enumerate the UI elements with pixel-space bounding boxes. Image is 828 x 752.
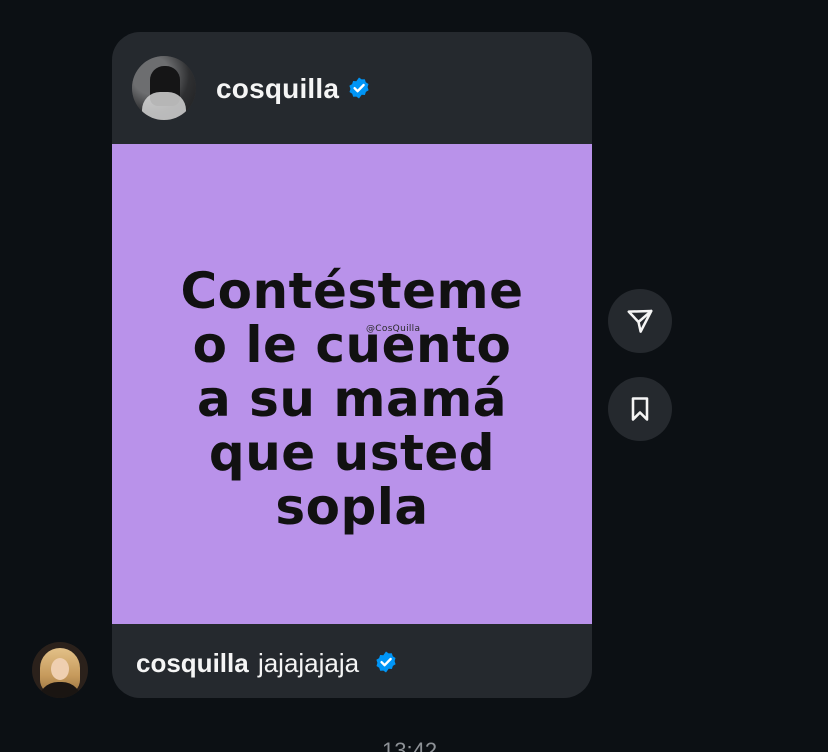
chat-screen: cosquilla Contésteme o le cuento a su ma… xyxy=(0,0,828,752)
image-text-line: a su mamá xyxy=(196,370,508,428)
post-header[interactable]: cosquilla xyxy=(112,32,592,144)
post-image-text: Contésteme o le cuento a su mamá que ust… xyxy=(152,264,552,534)
author-username-text: cosquilla xyxy=(216,73,340,104)
share-button[interactable] xyxy=(608,289,672,353)
image-text-line: que usted xyxy=(208,424,496,482)
paper-plane-icon xyxy=(627,309,653,333)
image-text-line: o le cuento xyxy=(192,316,512,374)
author-avatar[interactable] xyxy=(132,56,196,120)
verified-badge-icon xyxy=(349,77,369,99)
message-timestamp: 13:42 xyxy=(382,738,438,752)
caption-username[interactable]: cosquilla xyxy=(136,648,249,678)
verified-badge-icon xyxy=(376,651,396,673)
caption-text: jajajajaja xyxy=(257,648,360,678)
sender-avatar[interactable] xyxy=(32,642,88,698)
image-text-line: sopla xyxy=(275,478,429,536)
post-image[interactable]: Contésteme o le cuento a su mamá que ust… xyxy=(112,144,592,624)
image-text-line: Contésteme xyxy=(180,262,524,320)
shared-post-card[interactable]: cosquilla Contésteme o le cuento a su ma… xyxy=(112,32,592,698)
author-username[interactable]: cosquilla xyxy=(216,73,371,105)
save-button[interactable] xyxy=(608,377,672,441)
bookmark-icon xyxy=(631,397,649,421)
post-caption: cosquilla jajajajaja xyxy=(136,646,398,680)
image-watermark: @CosQuilla xyxy=(366,324,421,334)
